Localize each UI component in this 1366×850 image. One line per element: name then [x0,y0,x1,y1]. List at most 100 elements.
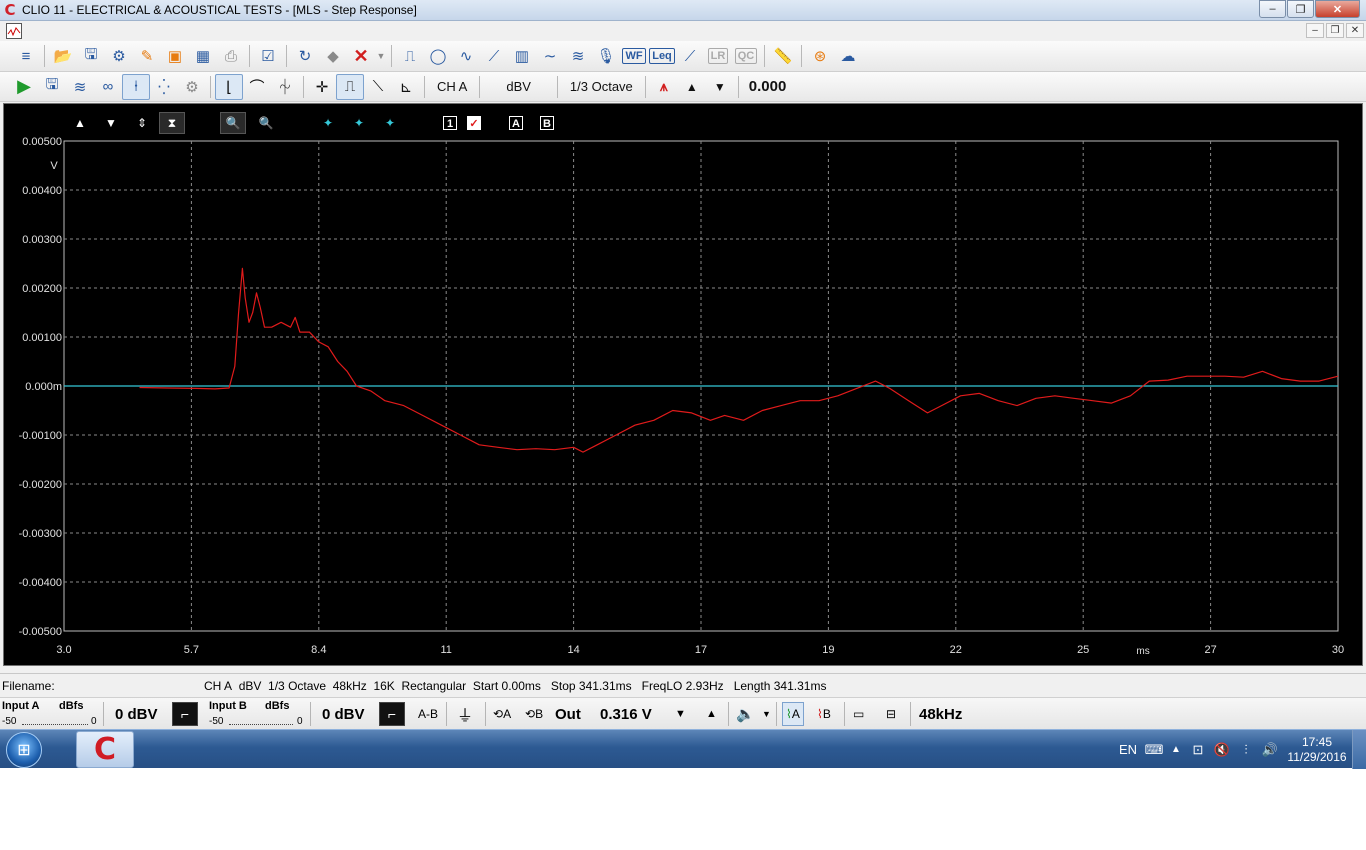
eraser-icon[interactable]: ◆ [319,43,347,69]
value-up-icon[interactable]: ▲ [678,74,706,100]
frequency-response-icon[interactable]: ⌒ [243,74,271,100]
delete-icon[interactable]: ✕ [347,43,375,69]
cable-icon[interactable]: ▭ [853,698,864,730]
minimize-button[interactable]: ‒ [1259,0,1286,18]
sweep-icon[interactable]: ⟋ [480,43,508,69]
value-down-icon[interactable]: ▼ [706,74,734,100]
ruler-icon[interactable]: 📏 [769,43,797,69]
overlay-b-toggle[interactable]: B [537,112,557,134]
setup-icon[interactable]: ⚙ [105,43,133,69]
microphone-icon[interactable]: 🎙 [592,43,620,69]
sinusoidal-icon[interactable]: ∿ [452,43,480,69]
language-indicator[interactable]: EN [1114,742,1142,757]
volume-muted-icon[interactable]: 🔇 [1210,742,1234,758]
output-level[interactable]: 0.316 V [600,698,652,730]
network-icon[interactable]: ⊡ [1186,742,1210,758]
a-minus-b-button[interactable]: A-B [418,698,438,730]
cursor-icon[interactable]: ✛ [308,74,336,100]
scale-down-icon[interactable]: ▼ [103,112,119,134]
play-icon[interactable]: ▶ [10,74,38,100]
step-response-icon[interactable]: ⎍ [336,73,364,100]
curve-1-toggle[interactable]: 1 [440,112,460,134]
fft-icon[interactable]: ◯ [424,43,452,69]
marker-b-icon[interactable]: ✦ [349,112,369,134]
loop-icon[interactable]: ∞ [94,74,122,100]
input-b-autorange-icon[interactable]: ⌐ [379,702,405,726]
phase-icon[interactable]: ⏆ [271,74,299,100]
oscilloscope-icon[interactable]: ∼ [536,43,564,69]
output-down-icon[interactable]: ▼ [675,698,686,730]
save-icon[interactable]: 🖫 [77,43,105,69]
marker-a-icon[interactable]: ✦ [318,112,338,134]
menu-icon[interactable]: ≡ [12,43,40,69]
cloud-update-icon[interactable]: ☁ [834,43,862,69]
settings-icon[interactable]: ⚙ [178,74,206,100]
leq-icon[interactable]: Leq [648,43,676,69]
zoom-in-icon[interactable]: 🔍 [220,112,246,134]
wow-flutter-icon[interactable]: WF [620,43,648,69]
maximize-button[interactable]: ❐ [1287,0,1314,18]
save-measure-icon[interactable]: 🖫 [38,74,66,100]
expand-icon[interactable]: ⇕ [134,112,150,134]
open-folder-icon[interactable]: 📂 [49,43,77,69]
linearity-icon[interactable]: ⟋ [676,43,704,69]
curve-1-checkbox[interactable]: ✓ [466,112,482,134]
input-b-range[interactable]: 0 dBV [322,698,365,730]
impulse-icon[interactable]: ⌊ [215,73,243,100]
input-a-range[interactable]: 0 dBV [115,698,158,730]
edit-notes-icon[interactable]: ✎ [133,43,161,69]
mdi-restore-button[interactable]: ❐ [1326,23,1344,38]
keyboard-icon[interactable]: ⌨ [1142,742,1166,758]
speaker-dropdown-icon[interactable]: ▼ [762,698,771,730]
clock[interactable]: 17:45 11/29/2016 [1282,735,1352,765]
mdi-close-button[interactable]: ✕ [1346,23,1364,38]
taskbar-clio-app[interactable]: C [76,731,134,768]
generator-b-button[interactable]: ⌇ B [817,698,831,730]
sample-rate[interactable]: 48kHz [919,698,962,730]
close-button[interactable]: ✕ [1315,0,1360,18]
smoothing-select[interactable]: 1/3 Octave [562,79,641,94]
mls-icon[interactable]: ⎍ [396,43,424,69]
mls-document-icon[interactable] [6,23,22,39]
print-icon[interactable]: ⎙ [217,43,245,69]
phantom-power-icon[interactable]: ⏚ [457,698,473,730]
mdi-minimize-button[interactable]: ‒ [1306,23,1324,38]
spectrum-icon[interactable]: ⩚ [650,74,678,100]
channel-select[interactable]: CH A [429,79,475,94]
show-desktop-button[interactable] [1352,730,1366,769]
delay-value[interactable]: 0.000 [743,78,793,95]
signal-icon[interactable]: ⫶ [1234,742,1258,758]
checklist-icon[interactable]: ☑ [254,43,282,69]
units-select[interactable]: dBV [484,79,553,94]
delete-dropdown-icon[interactable]: ▼ [375,43,387,69]
overlay-icon[interactable]: ≋ [66,74,94,100]
help-icon[interactable]: ⊛ [806,43,834,69]
move-icon[interactable]: ⁛ [150,74,178,100]
etc-icon[interactable]: ⊾ [392,74,420,100]
speaker-tray-icon[interactable]: 🔊 [1258,742,1282,758]
loop-a-button[interactable]: ⟲ A [493,698,511,730]
scale-up-icon[interactable]: ▲ [72,112,88,134]
multimeter-icon[interactable]: ▥ [508,43,536,69]
zoom-out-icon[interactable]: 🔍 [256,112,276,134]
overlay-a-toggle[interactable]: A [506,112,526,134]
compress-icon[interactable]: ⧗ [159,112,185,134]
step-response-chart[interactable]: 3.0 5.7 8.4 11 14 17 19 22 25 27 300.005000.004000… [4,104,1362,665]
qc-icon[interactable]: QC [732,43,760,69]
show-hidden-icons-icon[interactable]: ▲ [1166,744,1186,755]
lr-icon[interactable]: LR [704,43,732,69]
output-up-icon[interactable]: ▲ [706,698,717,730]
loop-b-button[interactable]: ⟲ B [525,698,543,730]
refresh-icon[interactable]: ↻ [291,43,319,69]
start-button[interactable]: ⊞ [6,732,42,768]
generator-a-button[interactable]: ⌇ A [782,702,804,726]
marker-both-icon[interactable]: ✦ [380,112,400,134]
waterfall-icon[interactable]: ≋ [564,43,592,69]
device-icon[interactable]: ⊟ [886,698,896,730]
export-icon[interactable]: ▣ [161,43,189,69]
input-a-autorange-icon[interactable]: ⌐ [172,702,198,726]
schroeder-icon[interactable]: ⟍ [364,74,392,100]
calendar-icon[interactable]: ▦ [189,43,217,69]
marker-icon[interactable]: ⍿ [122,73,150,100]
speaker-icon[interactable]: 🔈 [736,698,755,730]
